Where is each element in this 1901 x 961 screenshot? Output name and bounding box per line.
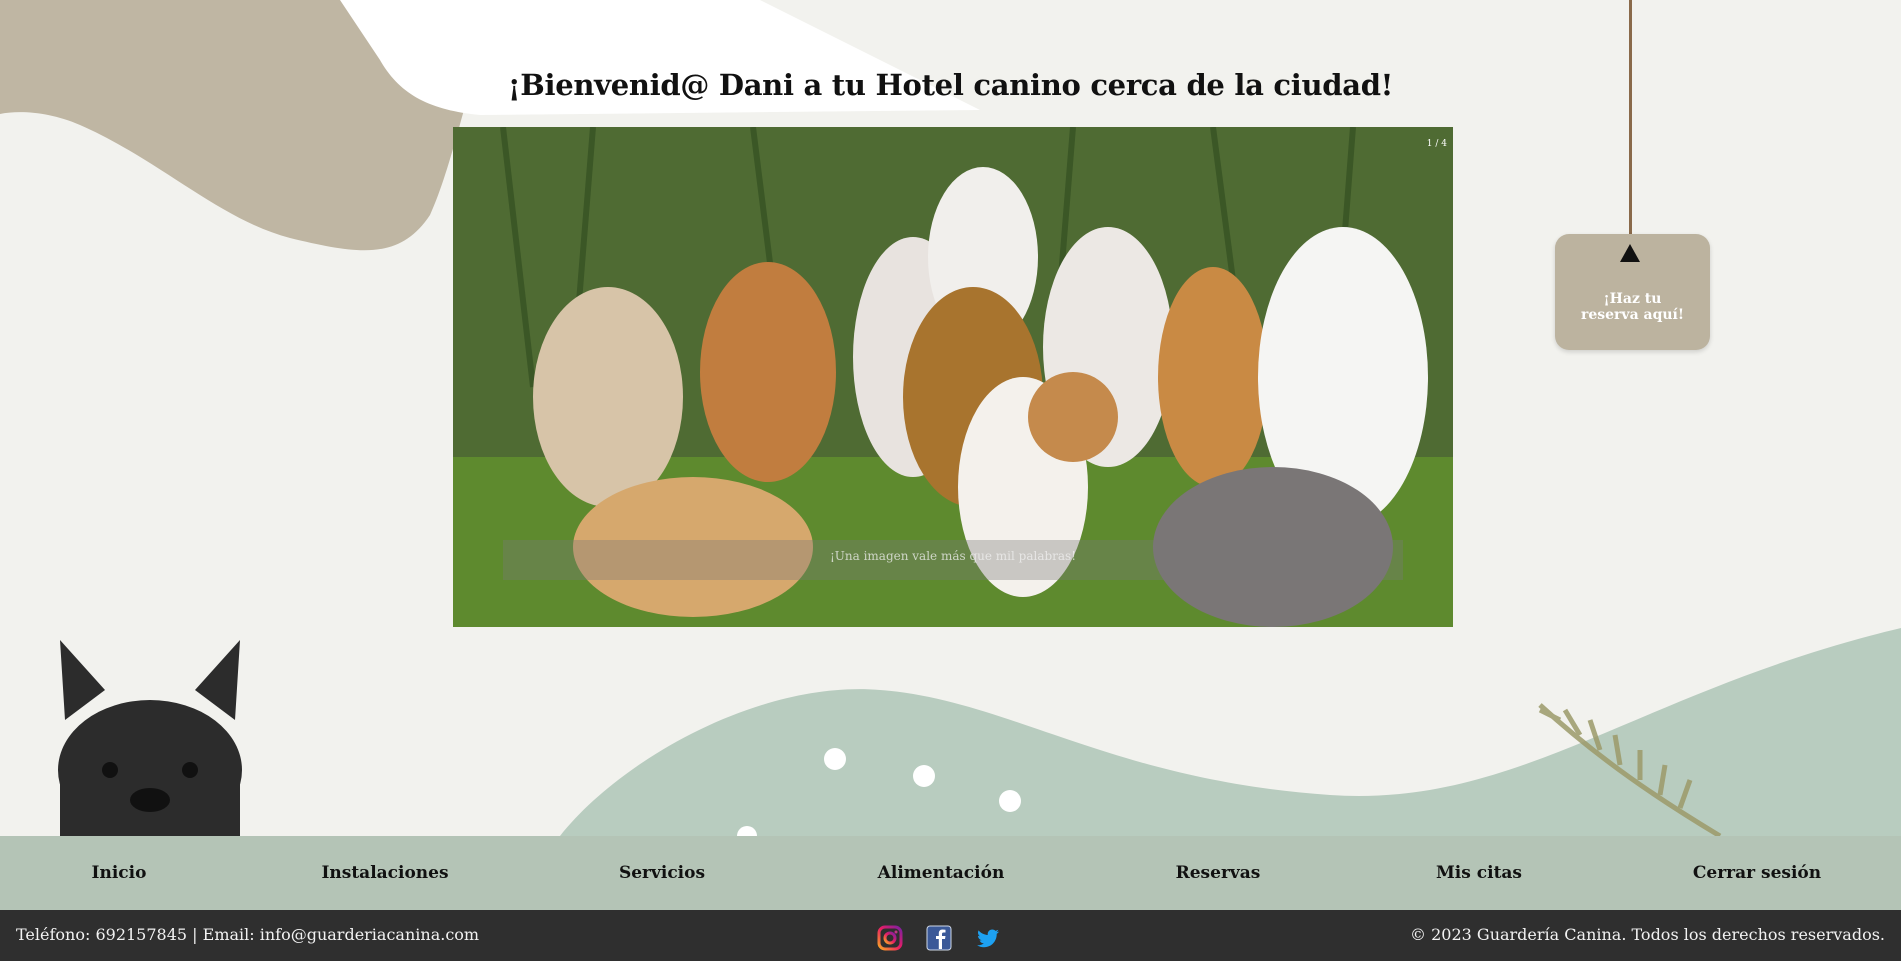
hanging-rope — [1629, 0, 1632, 240]
carousel-caption: ¡Una imagen vale más que mil palabras! — [503, 540, 1403, 580]
slide-counter: 1 / 4 — [1426, 139, 1447, 149]
nav-item-mis-citas[interactable]: Mis citas — [1436, 836, 1522, 910]
facebook-icon[interactable] — [926, 925, 952, 951]
page-title: ¡Bienvenid@ Dani a tu Hotel canino cerca… — [507, 68, 1394, 102]
twitter-icon[interactable] — [975, 925, 1001, 951]
footer-contact: Teléfono: 692157845 | Email: info@guarde… — [16, 925, 480, 944]
footer: Teléfono: 692157845 | Email: info@guarde… — [0, 910, 1901, 961]
nav-item-cerrar-sesion[interactable]: Cerrar sesión — [1693, 836, 1821, 910]
nav-item-reservas[interactable]: Reservas — [1176, 836, 1261, 910]
nav-item-inicio[interactable]: Inicio — [92, 836, 147, 910]
nav-item-alimentacion[interactable]: Alimentación — [878, 836, 1005, 910]
image-carousel[interactable]: 1 / 4 ¡Una imagen vale más que mil palab… — [453, 127, 1453, 627]
main-navigation: Inicio Instalaciones Servicios Alimentac… — [0, 836, 1901, 910]
nav-item-instalaciones[interactable]: Instalaciones — [321, 836, 448, 910]
instagram-icon[interactable] — [877, 925, 903, 951]
footer-copyright: © 2023 Guardería Canina. Todos los derec… — [1410, 925, 1885, 944]
nav-item-servicios[interactable]: Servicios — [619, 836, 705, 910]
french-bulldog-image — [58, 640, 242, 840]
triangle-icon — [1620, 244, 1640, 262]
